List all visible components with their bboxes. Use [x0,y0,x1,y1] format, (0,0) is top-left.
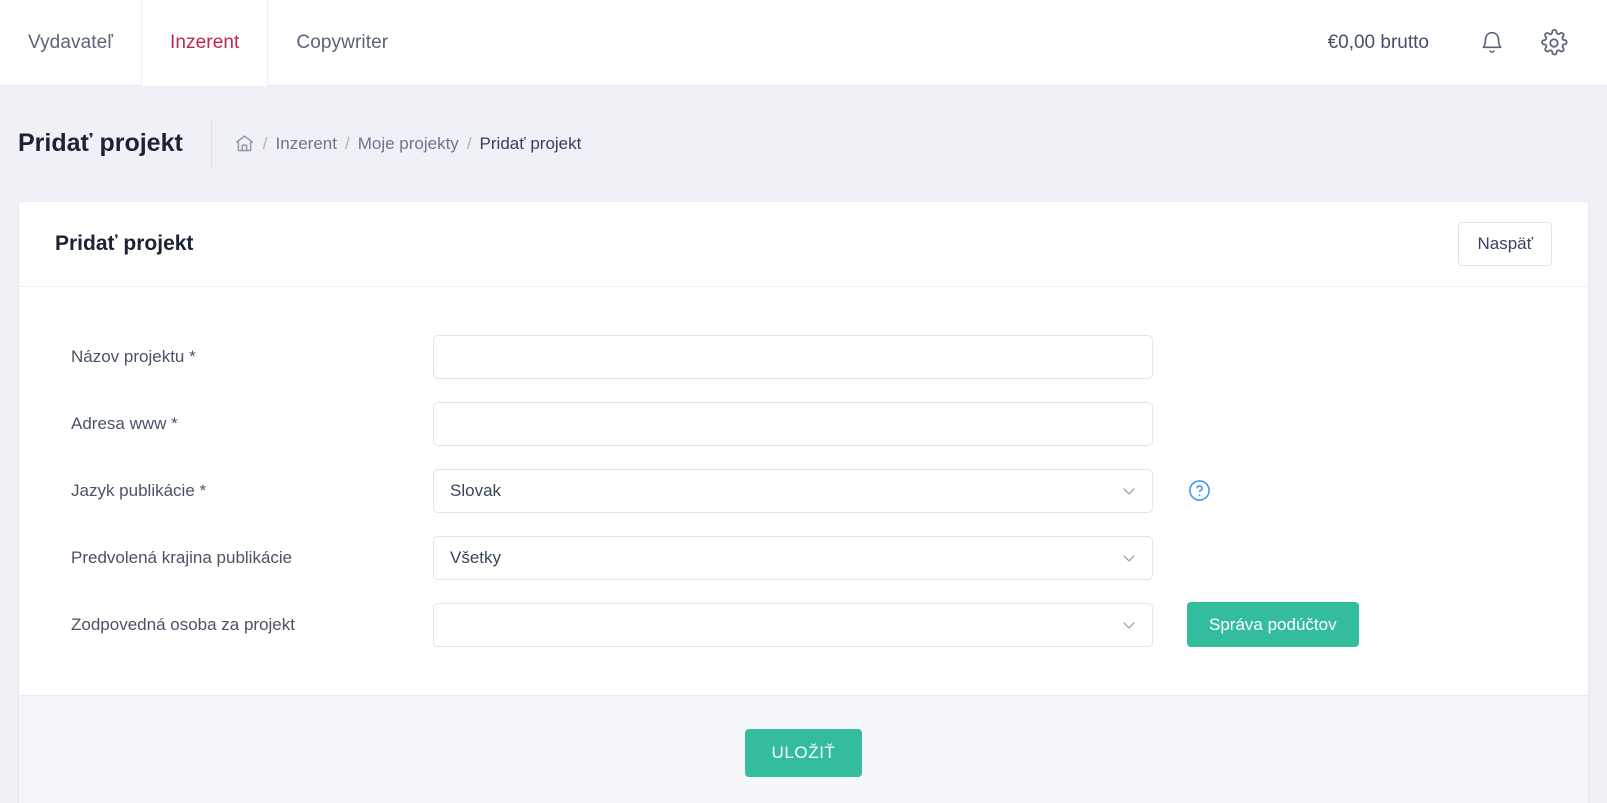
breadcrumb: / Inzerent / Moje projekty / Pridať proj… [234,133,582,154]
breadcrumb-separator: / [344,133,350,153]
label-www-address: Adresa www * [71,413,178,433]
nav-tab-label: Copywriter [296,32,389,53]
page-header: Pridať projekt / Inzerent / Moje projekt… [0,86,1607,201]
back-button[interactable]: Naspäť [1458,222,1552,266]
label-publication-language: Jazyk publikácie * [71,480,207,500]
home-icon[interactable] [234,133,255,154]
form-row-responsible-person: Zodpovedná osoba za projekt Správa podúč… [55,591,1552,658]
project-form: Názov projektu * Adresa www * Jazyk publ… [19,287,1588,695]
default-country-select[interactable]: Všetky [433,535,1153,580]
breadcrumb-separator: / [466,133,472,153]
publication-language-value[interactable]: Slovak [433,468,1153,513]
top-navigation: Vydavateľ Inzerent Copywriter €0,00 brut… [0,0,1607,86]
nav-tab-copywriter[interactable]: Copywriter [268,0,416,86]
nav-tab-inzerent[interactable]: Inzerent [140,0,269,86]
header-divider [210,120,212,167]
label-responsible-person: Zodpovedná osoba za projekt [71,614,295,634]
gear-icon[interactable] [1537,26,1571,60]
page-title: Pridať projekt [18,129,183,157]
manage-subaccounts-button[interactable]: Správa podúčtov [1187,602,1359,647]
project-name-input[interactable] [433,334,1153,379]
publication-language-select[interactable]: Slovak [433,468,1153,513]
account-balance: €0,00 brutto [1327,32,1429,53]
add-project-card: Pridať projekt Naspäť Názov projektu * A… [18,201,1589,803]
card-header: Pridať projekt Naspäť [19,202,1588,287]
publication-language-addon [1187,478,1212,503]
card-footer: ULOŽIŤ [19,695,1588,803]
nav-tab-label: Inzerent [169,32,240,53]
form-row-publication-language: Jazyk publikácie * Slovak [55,457,1552,524]
card-title: Pridať projekt [55,232,194,255]
default-country-value[interactable]: Všetky [433,535,1153,580]
bell-icon[interactable] [1475,26,1509,60]
nav-tab-label: Vydavateľ [28,32,113,53]
form-row-project-name: Názov projektu * [55,323,1552,390]
nav-tab-vydavatel[interactable]: Vydavateľ [0,0,141,86]
form-row-default-country: Predvolená krajina publikácie Všetky [55,524,1552,591]
save-button[interactable]: ULOŽIŤ [745,729,862,777]
nav-right-group: €0,00 brutto [1328,0,1607,86]
help-icon[interactable] [1187,478,1212,503]
breadcrumb-separator: / [262,133,268,153]
responsible-person-select[interactable] [433,602,1153,647]
responsible-person-value[interactable] [433,602,1153,647]
www-address-input[interactable] [433,401,1153,446]
breadcrumb-item-moje-projekty[interactable]: Moje projekty [358,134,459,154]
label-default-country: Predvolená krajina publikácie [71,547,293,567]
breadcrumb-item-inzerent[interactable]: Inzerent [276,134,337,154]
label-project-name: Názov projektu * [71,346,196,366]
responsible-person-addon: Správa podúčtov [1187,602,1359,647]
nav-tab-list: Vydavateľ Inzerent Copywriter [0,0,416,86]
form-row-www-address: Adresa www * [55,390,1552,457]
breadcrumb-item-current: Pridať projekt [479,133,582,153]
